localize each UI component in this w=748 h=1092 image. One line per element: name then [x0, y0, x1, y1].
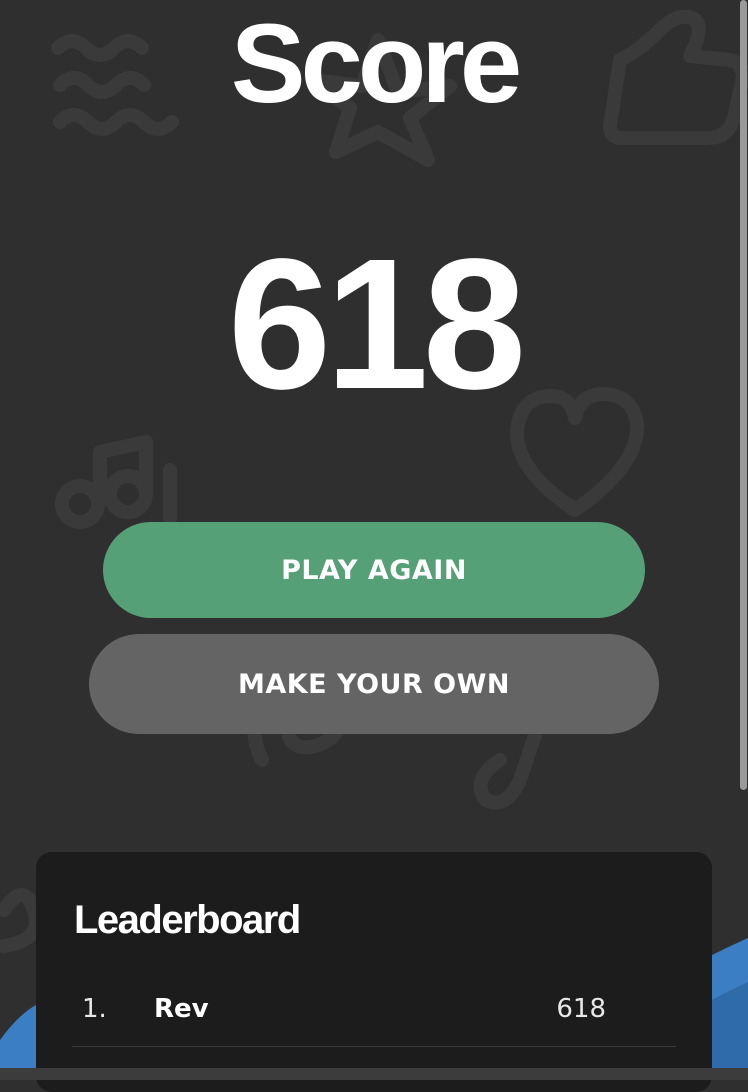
score-value: 618 — [227, 221, 526, 428]
scrollbar[interactable] — [738, 0, 748, 1080]
page-title: Score — [230, 1, 522, 126]
leaderboard-title: Leaderboard — [74, 898, 301, 942]
leaderboard-player-score: 618 — [556, 994, 606, 1024]
leaderboard-panel: Leaderboard 1. Rev 618 — [36, 852, 712, 1092]
leaderboard-player-name: Rev — [154, 994, 209, 1024]
bottom-bar — [0, 1068, 748, 1080]
leaderboard-rank: 1. — [82, 994, 107, 1024]
make-your-own-button[interactable]: MAKE YOUR OWN — [89, 634, 659, 734]
music-note-icon — [55, 435, 177, 529]
play-again-button[interactable]: PLAY AGAIN — [103, 522, 645, 618]
leaderboard-row: 1. Rev 618 — [72, 986, 676, 1047]
